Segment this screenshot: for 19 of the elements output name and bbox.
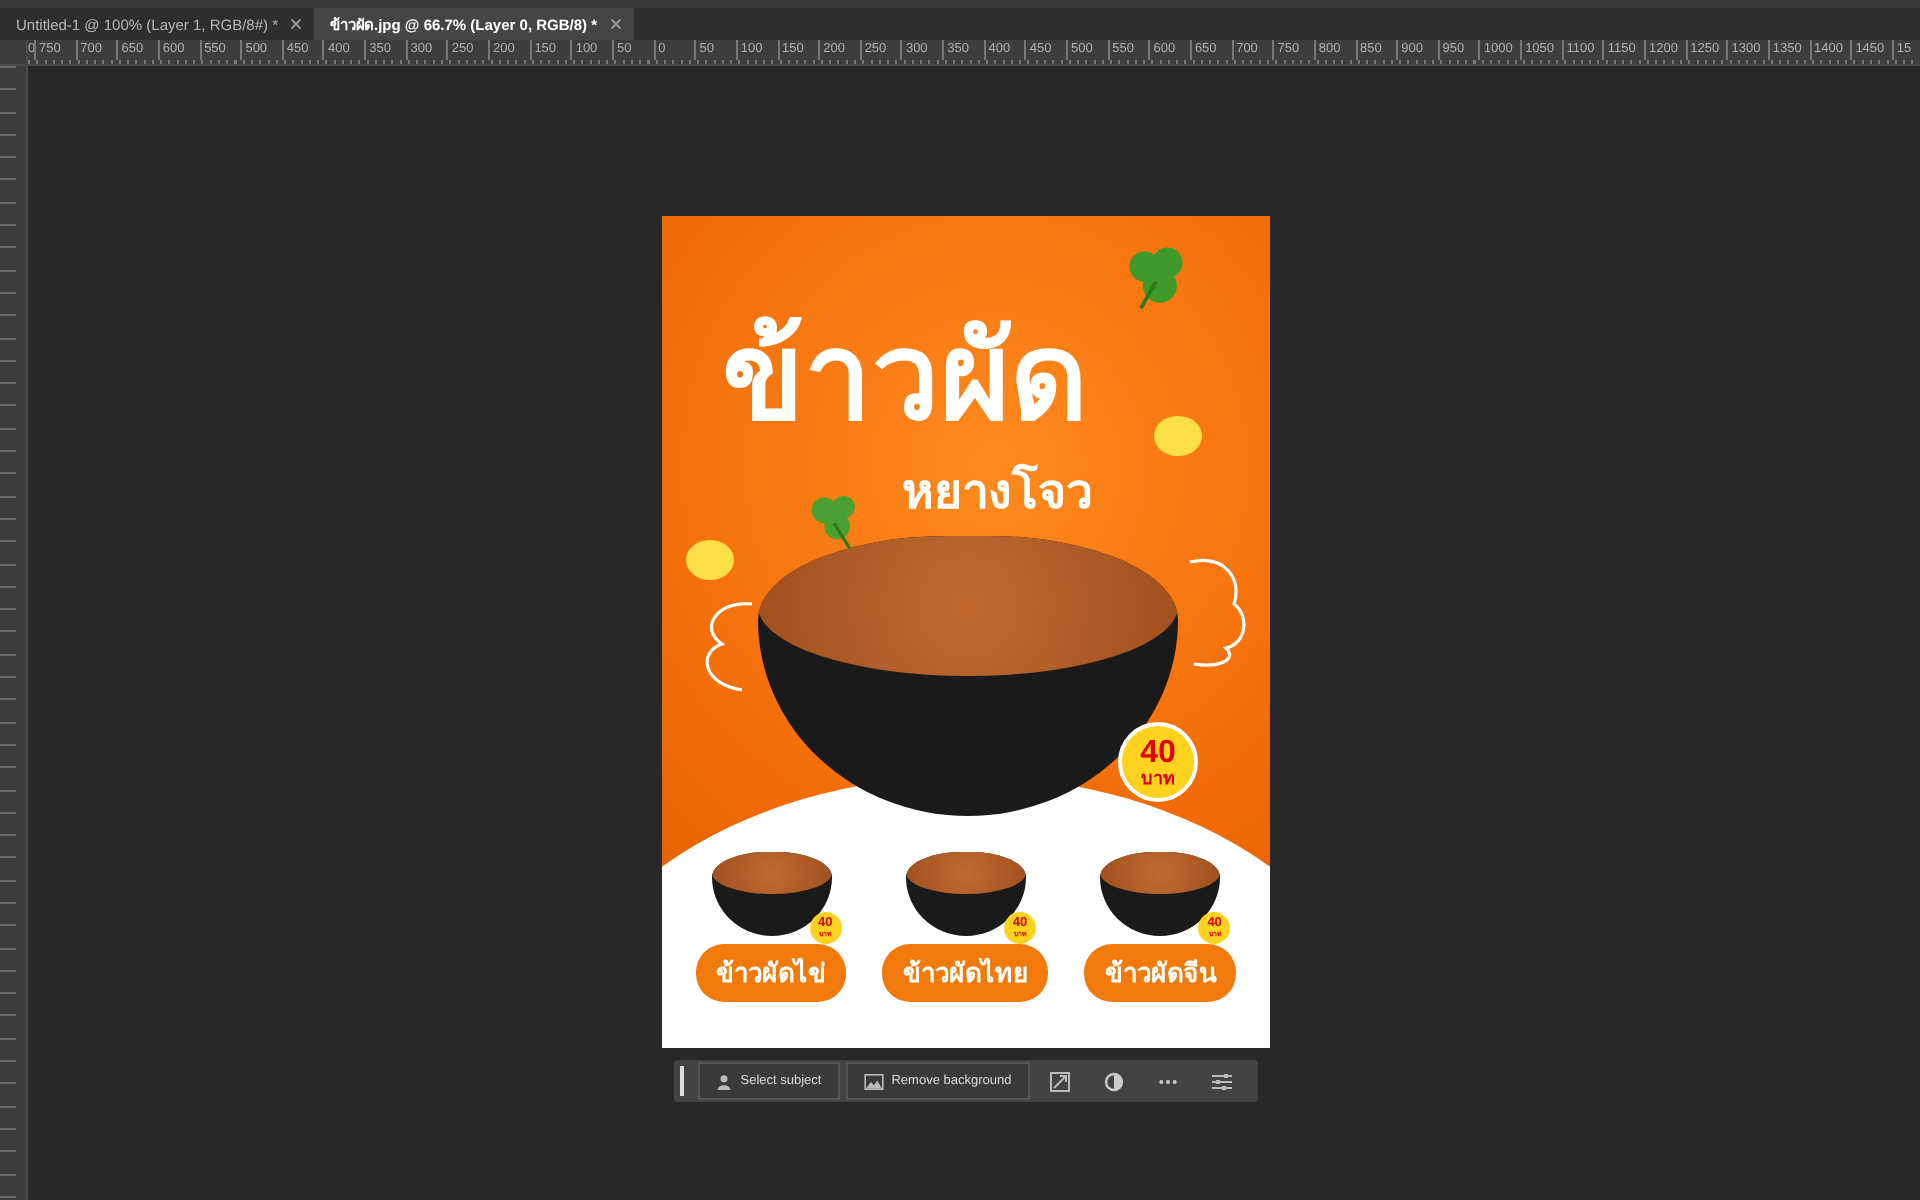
price-amount: 40 bbox=[1140, 737, 1176, 769]
close-icon[interactable] bbox=[290, 18, 303, 30]
transform-icon[interactable] bbox=[1049, 1071, 1070, 1091]
corn-kernel-icon bbox=[1154, 416, 1202, 456]
drag-handle[interactable] bbox=[680, 1066, 685, 1096]
price-unit: บาท bbox=[1141, 769, 1175, 787]
steam-outline-drawing bbox=[1186, 556, 1250, 668]
image-icon bbox=[863, 1073, 884, 1089]
close-icon[interactable] bbox=[609, 18, 622, 30]
dish-label: ข้าวผัดไทย bbox=[882, 944, 1049, 1002]
poster-title: ข้าวผัด bbox=[722, 312, 1088, 444]
dish-label: ข้าวผัดไข่ bbox=[696, 944, 847, 1002]
half-circle-icon[interactable] bbox=[1103, 1071, 1124, 1091]
corn-kernel-icon bbox=[686, 540, 734, 580]
person-icon bbox=[716, 1073, 733, 1089]
poster-subtitle: หยางโจว bbox=[902, 461, 1092, 524]
more-icon[interactable] bbox=[1157, 1077, 1178, 1085]
dish-label: ข้าวผัดจีน bbox=[1084, 944, 1237, 1002]
settings-sliders-icon[interactable] bbox=[1211, 1071, 1232, 1091]
